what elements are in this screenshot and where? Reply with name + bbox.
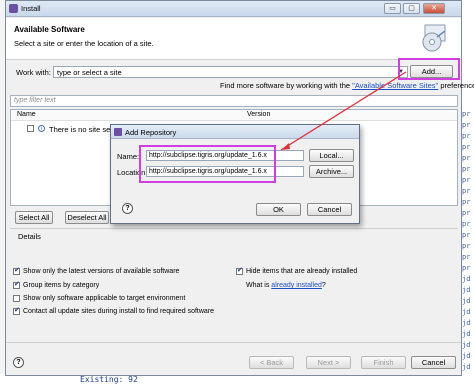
highlight-add-button [398,58,460,80]
find-more-prefix: Find more software by working with the [220,81,351,90]
highlight-repository-fields [139,145,276,183]
tree-row-checkbox[interactable] [27,125,34,132]
background-code-line: pr [462,187,471,195]
background-code-line: pr [462,209,471,217]
background-code-line: pr [462,132,471,140]
background-code-line: jd [462,275,471,283]
window-title: Install [21,4,41,13]
hide-installed-label: Hide items that are already installed [246,268,358,275]
what-is-installed-text: What is already installed? [246,282,326,289]
target-env-checkbox[interactable] [13,295,20,302]
archive-button[interactable]: Archive... [309,165,354,178]
work-with-combo[interactable]: type or select a site ▼ [53,66,408,78]
background-code-line: jd [462,330,471,338]
add-repository-dialog: Add Repository Name: http://subclipse.ti… [110,124,360,224]
ok-button[interactable]: OK [256,203,301,216]
filter-input[interactable]: type filter text [10,95,458,107]
work-with-value: type or select a site [57,68,122,77]
finish-button[interactable]: Finish [361,356,406,369]
back-button[interactable]: < Back [249,356,294,369]
eclipse-app-icon [9,4,18,13]
available-sites-link[interactable]: "Available Software Sites" [352,81,438,90]
background-code-line: pr [462,165,471,173]
close-button[interactable]: ✕ [423,3,445,14]
background-code-line: jd [462,286,471,294]
page-subtitle: Select a site or enter the location of a… [14,39,154,48]
background-code-line: jd [462,297,471,305]
details-label: Details [18,232,41,241]
select-all-button[interactable]: Select All [15,211,53,224]
what-is-prefix: What is [246,282,270,289]
contact-sites-label: Contact all update sites during install … [23,308,215,315]
details-section: Details [10,228,458,260]
dialog-titlebar[interactable]: Add Repository [111,125,359,139]
latest-versions-checkbox[interactable] [13,266,20,275]
background-code-line: pr [462,242,471,250]
info-icon: i [38,125,45,132]
dialog-title: Add Repository [125,128,177,137]
name-label: Name: [117,152,140,161]
next-button[interactable]: Next > [306,356,351,369]
minimize-button[interactable]: ▭ [384,3,401,14]
eclipse-app-icon [114,128,122,136]
contact-sites-checkbox[interactable] [13,306,20,315]
group-category-label: Group items by category [23,282,100,289]
what-is-suffix: ? [321,282,326,289]
help-icon[interactable]: ? [13,357,24,368]
background-code-line: pr [462,176,471,184]
tree-header: Name Version [11,110,457,121]
dialog-cancel-button[interactable]: Cancel [307,203,352,216]
already-installed-link[interactable]: already installed [271,282,322,289]
background-code-line: pr [462,253,471,261]
background-code-line: pr [462,231,471,239]
maximize-button[interactable]: ▢ [403,3,420,14]
background-code-line: pr [462,121,471,129]
wizard-header: Available Software Select a site or ente… [6,18,461,60]
help-icon[interactable]: ? [122,203,133,214]
target-env-label: Show only software applicable to target … [23,295,186,302]
window-titlebar[interactable]: Install ▭ ▢ ✕ [6,1,461,17]
work-with-label: Work with: [16,68,51,77]
background-code-line: jd [462,319,471,327]
background-code-line: pr [462,198,471,206]
find-more-suffix: preferences. [440,81,474,90]
latest-versions-label: Show only the latest versions of availab… [23,268,180,275]
cancel-button[interactable]: Cancel [411,356,456,369]
local-button[interactable]: Local... [309,149,354,162]
background-code-line: pr [462,154,471,162]
hide-installed-checkbox[interactable] [236,266,243,275]
background-code-line: pr [462,220,471,228]
background-code-line: jd [462,341,471,349]
background-code-line: jd [462,308,471,316]
background-code-line: pr [462,264,471,272]
install-disc-icon [422,24,446,52]
background-code-line: pr [462,110,471,118]
page-title: Available Software [14,25,85,34]
footer-separator [6,342,461,343]
background-code-line: jd [462,352,471,360]
column-name[interactable]: Name [17,111,36,118]
column-version[interactable]: Version [247,111,270,118]
background-code-line: jd [462,363,471,371]
background-code-line: pr [462,143,471,151]
group-category-checkbox[interactable] [13,280,20,289]
find-more-text: Find more software by working with the "… [220,81,474,90]
deselect-all-button[interactable]: Deselect All [65,211,109,224]
console-existing-text: Existing: 92 [80,375,138,384]
